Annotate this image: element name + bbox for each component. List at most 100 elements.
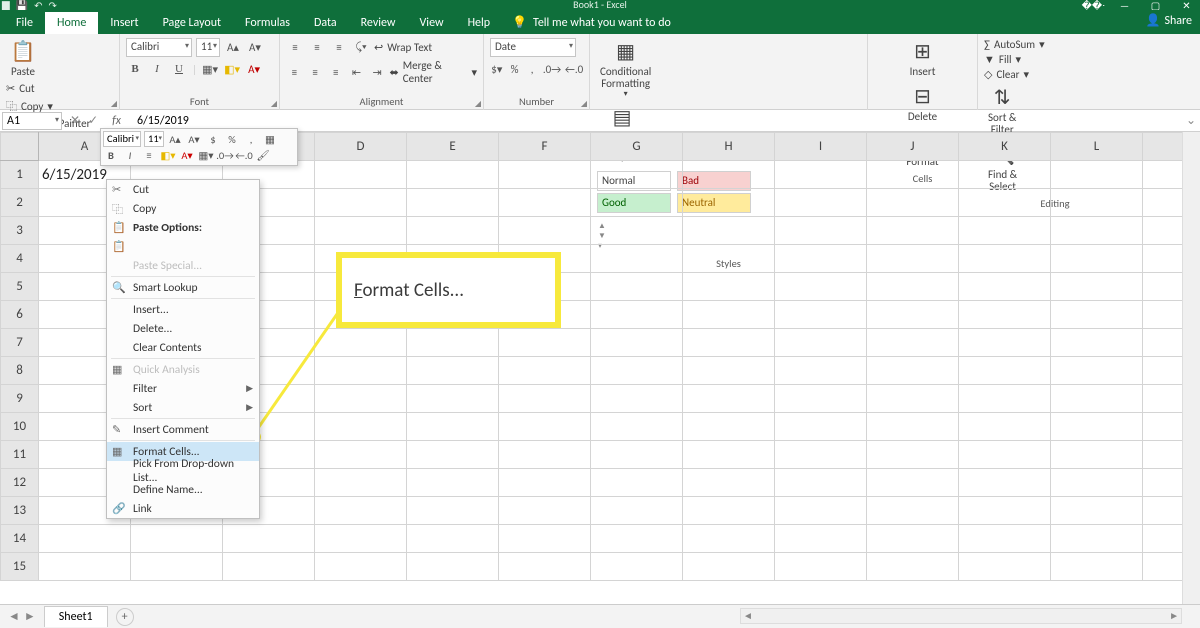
cut-button[interactable]: ✂Cut (6, 82, 90, 95)
cell[interactable] (775, 469, 867, 497)
mini-borders-icon[interactable]: ▦▾ (198, 147, 214, 163)
cell[interactable] (591, 413, 683, 441)
cell[interactable] (867, 553, 959, 581)
tab-file[interactable]: File (4, 12, 45, 34)
cell[interactable] (683, 441, 775, 469)
autosum-button[interactable]: ∑AutoSum ▾ (984, 38, 1045, 51)
cell[interactable] (867, 245, 959, 273)
cell[interactable] (499, 469, 591, 497)
paste-button[interactable]: 📋 Paste (6, 38, 40, 80)
clear-button[interactable]: ◇Clear ▾ (984, 68, 1045, 81)
maximize-icon[interactable]: ▢ (1144, 0, 1167, 10)
cell[interactable] (499, 357, 591, 385)
col-header[interactable]: F (499, 133, 591, 161)
tab-formulas[interactable]: Formulas (233, 12, 302, 34)
cell[interactable] (499, 497, 591, 525)
col-header[interactable]: L (1051, 133, 1143, 161)
cell[interactable] (775, 413, 867, 441)
mini-fill-color-icon[interactable]: ◧▾ (160, 147, 176, 163)
dialog-launcher-icon[interactable]: ◢ (475, 99, 481, 109)
grow-font-icon[interactable]: A▴ (224, 39, 242, 57)
col-header[interactable]: I (775, 133, 867, 161)
align-middle-icon[interactable]: ≡ (308, 38, 326, 56)
font-size-select[interactable]: 11 (196, 38, 220, 57)
tab-help[interactable]: Help (456, 12, 503, 34)
number-format-select[interactable]: Date (490, 38, 576, 57)
cell[interactable] (39, 525, 131, 553)
mini-comma-icon[interactable]: , (243, 131, 259, 147)
fill-button[interactable]: ▼Fill ▾ (984, 53, 1045, 66)
cell[interactable] (683, 273, 775, 301)
cell[interactable] (867, 189, 959, 217)
underline-button[interactable]: U (170, 60, 188, 78)
italic-button[interactable]: I (148, 60, 166, 78)
cell[interactable] (775, 553, 867, 581)
cell[interactable] (775, 357, 867, 385)
mini-font-name[interactable]: Calibri (103, 131, 141, 147)
mini-border-icon[interactable]: ▦ (262, 131, 278, 147)
row-header[interactable]: 14 (1, 525, 39, 553)
col-header[interactable]: K (959, 133, 1051, 161)
cell[interactable] (591, 497, 683, 525)
vertical-scrollbar[interactable] (1182, 132, 1200, 604)
cell[interactable] (1051, 413, 1143, 441)
col-header[interactable]: G (591, 133, 683, 161)
cell[interactable] (315, 525, 407, 553)
percent-format-icon[interactable]: % (508, 60, 522, 78)
cell[interactable] (315, 497, 407, 525)
cell[interactable] (683, 357, 775, 385)
cell[interactable] (591, 441, 683, 469)
shrink-font-icon[interactable]: A▾ (246, 39, 264, 57)
cell[interactable] (775, 189, 867, 217)
cell[interactable] (407, 217, 499, 245)
cell[interactable] (683, 385, 775, 413)
sort-filter-button[interactable]: ⇅Sort & Filter (984, 84, 1020, 138)
cell[interactable] (315, 441, 407, 469)
cell[interactable] (499, 413, 591, 441)
delete-cells-button[interactable]: ⊟Delete (904, 83, 941, 125)
cell[interactable] (775, 273, 867, 301)
cell[interactable] (223, 525, 315, 553)
mini-font-size[interactable]: 11 (144, 131, 164, 147)
cell[interactable] (591, 301, 683, 329)
mini-grow-font-icon[interactable]: A▴ (167, 131, 183, 147)
cell[interactable] (1051, 161, 1143, 189)
cell[interactable] (407, 329, 499, 357)
cell[interactable] (591, 189, 683, 217)
font-color-button[interactable]: A▾ (245, 60, 263, 78)
mini-inc-decimal-icon[interactable]: .0→ (217, 147, 233, 163)
cell[interactable] (867, 413, 959, 441)
cell[interactable] (959, 413, 1051, 441)
cell[interactable] (683, 469, 775, 497)
cell[interactable] (683, 525, 775, 553)
cell[interactable] (867, 385, 959, 413)
cell[interactable] (959, 441, 1051, 469)
conditional-formatting-button[interactable]: ▦Conditional Formatting▾ (596, 38, 655, 101)
cell[interactable] (959, 301, 1051, 329)
cell[interactable] (867, 329, 959, 357)
cell[interactable] (407, 189, 499, 217)
cell[interactable] (591, 469, 683, 497)
mini-bold-icon[interactable]: B (103, 147, 119, 163)
cell[interactable] (591, 525, 683, 553)
orientation-icon[interactable]: ⤹▾ (352, 38, 370, 56)
cm-quick-analysis[interactable]: ▦Quick Analysis (107, 360, 259, 379)
name-box[interactable]: A1 (2, 112, 62, 130)
cell[interactable] (591, 245, 683, 273)
cm-delete[interactable]: Delete... (107, 319, 259, 338)
cell[interactable] (775, 497, 867, 525)
cell[interactable] (591, 357, 683, 385)
cell[interactable] (1051, 525, 1143, 553)
row-header[interactable]: 13 (1, 497, 39, 525)
cm-paste-special[interactable]: Paste Special... (107, 256, 259, 275)
cell[interactable] (315, 385, 407, 413)
cell[interactable] (131, 553, 223, 581)
cell[interactable] (867, 161, 959, 189)
cell[interactable] (683, 329, 775, 357)
cell[interactable] (775, 217, 867, 245)
cell[interactable] (867, 273, 959, 301)
cm-clear-contents[interactable]: Clear Contents (107, 338, 259, 357)
cell[interactable] (499, 553, 591, 581)
cell[interactable] (407, 413, 499, 441)
cell[interactable] (1051, 301, 1143, 329)
